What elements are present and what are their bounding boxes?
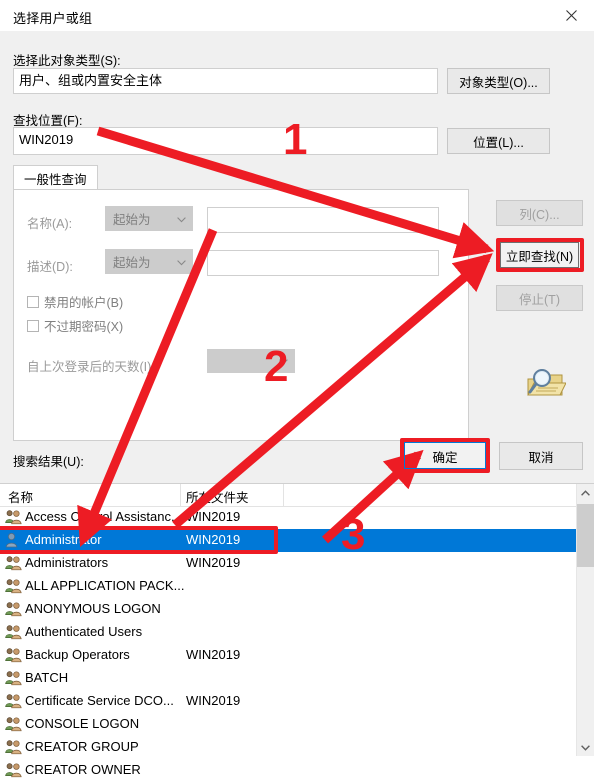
find-now-button[interactable]: 立即查找(N): [500, 242, 579, 268]
cancel-button[interactable]: 取消: [499, 442, 583, 470]
row-name: CREATOR OWNER: [25, 762, 141, 777]
scrollbar-thumb[interactable]: [577, 504, 594, 567]
user-icon: [5, 532, 22, 548]
chevron-down-icon: [177, 212, 186, 226]
columns-button[interactable]: 列(C)...: [496, 200, 583, 226]
non-expiring-password-label: 不过期密码(X): [44, 320, 124, 334]
scroll-up-icon[interactable]: [577, 484, 594, 501]
column-header-folder[interactable]: 所在文件夹: [186, 487, 249, 506]
location-field[interactable]: WIN2019: [13, 127, 438, 155]
window-title: 选择用户或组: [13, 11, 93, 26]
row-name: Administrator: [25, 532, 102, 547]
user-group-icon: [5, 555, 22, 571]
row-folder: WIN2019: [186, 693, 241, 708]
table-row[interactable]: Administrators WIN2019: [0, 552, 576, 575]
object-type-field[interactable]: 用户、组或内置安全主体: [13, 68, 438, 94]
row-name: CREATOR GROUP: [25, 739, 139, 754]
row-name: Authenticated Users: [25, 624, 143, 639]
user-group-icon: [5, 716, 22, 732]
table-row[interactable]: Administrator WIN2019: [0, 529, 576, 552]
name-label: 名称(A):: [27, 217, 73, 231]
close-icon[interactable]: [548, 0, 594, 30]
row-name: Access Control Assistanc...: [25, 509, 182, 524]
search-results-list: 名称 所在文件夹 Access Control Assistanc... WIN2…: [0, 483, 594, 778]
name-operator-value: 起始为: [113, 213, 151, 227]
column-header-name[interactable]: 名称: [8, 487, 33, 506]
column-divider[interactable]: [180, 484, 181, 506]
user-group-icon: [5, 762, 22, 778]
results-column-header: 名称 所在文件夹: [0, 484, 594, 507]
row-folder: WIN2019: [186, 509, 241, 524]
user-group-icon: [5, 693, 22, 709]
row-name: Certificate Service DCO...: [25, 693, 174, 708]
user-group-icon: [5, 578, 22, 594]
table-row[interactable]: Access Control Assistanc... WIN2019: [0, 506, 576, 529]
row-name: CONSOLE LOGON: [25, 716, 140, 731]
user-group-icon: [5, 624, 22, 640]
stop-button[interactable]: 停止(T): [496, 285, 583, 311]
select-users-or-groups-dialog: 选择用户或组 选择此对象类型(S): 用户、组或内置安全主体 对象类型(O)..…: [0, 0, 594, 778]
non-expiring-password-checkbox[interactable]: 不过期密码(X): [27, 316, 123, 335]
search-results-label: 搜索结果(U):: [13, 455, 84, 469]
table-row[interactable]: Certificate Service DCO... WIN2019: [0, 690, 576, 713]
name-value-input[interactable]: [207, 207, 439, 233]
name-operator-select[interactable]: 起始为: [105, 206, 193, 231]
table-row[interactable]: ALL APPLICATION PACK...: [0, 575, 576, 598]
row-name: ANONYMOUS LOGON: [25, 601, 161, 616]
row-name: BATCH: [25, 670, 69, 685]
tab-common-queries[interactable]: 一般性查询: [13, 165, 98, 190]
chevron-down-icon: [279, 354, 288, 368]
row-name: ALL APPLICATION PACK...: [25, 578, 185, 593]
checkbox-box: [27, 295, 39, 308]
object-type-label: 选择此对象类型(S):: [13, 54, 121, 68]
description-operator-value: 起始为: [113, 256, 151, 270]
row-folder: WIN2019: [186, 532, 241, 547]
row-name: Administrators: [25, 555, 109, 570]
column-divider[interactable]: [283, 484, 284, 506]
table-row[interactable]: Backup Operators WIN2019: [0, 644, 576, 667]
row-folder: WIN2019: [186, 555, 241, 570]
description-label: 描述(D):: [27, 260, 73, 274]
disabled-accounts-label: 禁用的帐户(B): [44, 296, 124, 310]
results-scrollbar[interactable]: [576, 484, 594, 756]
magnifier-folder-icon: [524, 365, 567, 403]
description-value-input[interactable]: [207, 250, 439, 276]
row-name: Backup Operators: [25, 647, 130, 662]
description-operator-select[interactable]: 起始为: [105, 249, 193, 274]
table-row[interactable]: CREATOR OWNER: [0, 759, 576, 782]
row-folder: WIN2019: [186, 647, 241, 662]
scroll-down-icon[interactable]: [577, 739, 594, 756]
days-since-logon-select[interactable]: [207, 349, 295, 373]
chevron-down-icon: [177, 255, 186, 269]
table-row[interactable]: BATCH: [0, 667, 576, 690]
user-group-icon: [5, 601, 22, 617]
user-group-icon: [5, 647, 22, 663]
user-group-icon: [5, 739, 22, 755]
user-group-icon: [5, 509, 22, 525]
location-button[interactable]: 位置(L)...: [447, 128, 550, 154]
results-rows: Access Control Assistanc... WIN2019 Admini…: [0, 506, 576, 782]
checkbox-box: [27, 319, 39, 332]
dialog-body: 选择此对象类型(S): 用户、组或内置安全主体 对象类型(O)... 查找位置(…: [0, 31, 594, 778]
object-type-button[interactable]: 对象类型(O)...: [447, 68, 550, 94]
title-bar: 选择用户或组: [0, 0, 594, 32]
disabled-accounts-checkbox[interactable]: 禁用的帐户(B): [27, 292, 123, 311]
table-row[interactable]: CREATOR GROUP: [0, 736, 576, 759]
table-row[interactable]: CONSOLE LOGON: [0, 713, 576, 736]
ok-button[interactable]: 确定: [404, 442, 486, 470]
days-since-logon-label: 自上次登录后的天数(I):: [27, 360, 155, 374]
query-tabstrip: 一般性查询: [13, 165, 469, 190]
table-row[interactable]: Authenticated Users: [0, 621, 576, 644]
table-row[interactable]: ANONYMOUS LOGON: [0, 598, 576, 621]
user-group-icon: [5, 670, 22, 686]
